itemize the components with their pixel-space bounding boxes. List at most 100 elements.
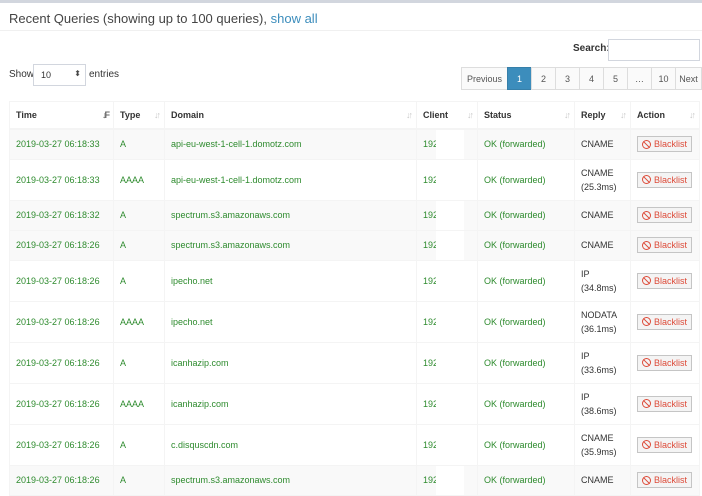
cell-time: 2019-03-27 06:18:26 bbox=[9, 300, 114, 343]
column-header-type[interactable]: Type ↓↑ bbox=[113, 101, 165, 130]
blacklist-button[interactable]: Blacklist bbox=[637, 272, 693, 289]
blacklist-button[interactable]: Blacklist bbox=[637, 171, 693, 188]
client-redaction bbox=[436, 342, 464, 383]
blacklist-button-label: Blacklist bbox=[654, 139, 688, 150]
reply-type: CNAME bbox=[581, 432, 614, 443]
cell-action: Blacklist bbox=[630, 199, 700, 231]
pagination-page-3[interactable]: 3 bbox=[555, 67, 580, 90]
blacklist-button[interactable]: Blacklist bbox=[637, 395, 693, 412]
ban-icon bbox=[642, 139, 651, 149]
blacklist-button[interactable]: Blacklist bbox=[637, 237, 693, 253]
pagination-page-10[interactable]: 10 bbox=[651, 67, 676, 90]
show-label: Show bbox=[9, 69, 35, 80]
ban-icon bbox=[642, 358, 651, 367]
client-redaction bbox=[436, 465, 464, 495]
cell-status: OK (forwarded) bbox=[477, 341, 575, 384]
box-title: Recent Queries (showing up to 100 querie… bbox=[9, 11, 318, 26]
cell-type: A bbox=[113, 341, 165, 384]
cell-action: Blacklist bbox=[630, 229, 700, 261]
blacklist-button[interactable]: Blacklist bbox=[637, 207, 693, 223]
ban-icon bbox=[642, 175, 651, 184]
blacklist-button[interactable]: Blacklist bbox=[637, 354, 693, 371]
blacklist-button-label: Blacklist bbox=[654, 439, 688, 450]
entries-select[interactable]: 10 ⬍ bbox=[33, 64, 86, 86]
ban-icon bbox=[642, 317, 651, 326]
cell-domain: api-eu-west-1-cell-1.domotz.com bbox=[164, 128, 417, 160]
cell-domain: c.disquscdn.com bbox=[164, 423, 417, 466]
table-row: 2019-03-27 06:18:26 Aicanhazip.com 192 OK (… bbox=[9, 341, 700, 384]
column-header-action[interactable]: Action ↓↑ bbox=[630, 101, 700, 130]
cell-action: Blacklist bbox=[630, 423, 700, 466]
sort-icon: ↓↑ bbox=[620, 110, 627, 120]
reply-type: CNAME bbox=[581, 475, 614, 485]
cell-domain: icanhazip.com bbox=[164, 382, 417, 425]
client-redaction bbox=[436, 230, 464, 260]
cell-client: 192 bbox=[416, 128, 478, 160]
pagination-page-4[interactable]: 4 bbox=[579, 67, 604, 90]
sort-icon: ↓↑ bbox=[467, 110, 474, 120]
column-header-reply[interactable]: Reply ↓↑ bbox=[574, 101, 631, 130]
table-row: 2019-03-27 06:18:26 Aipecho.net 192 OK (for… bbox=[9, 259, 700, 302]
table-row: 2019-03-27 06:18:33 Aapi-eu-west-1-cell-1… bbox=[9, 128, 700, 160]
reply-type: CNAME bbox=[581, 139, 614, 150]
column-header-status[interactable]: Status ↓↑ bbox=[477, 101, 575, 130]
cell-action: Blacklist bbox=[630, 158, 700, 201]
cell-reply: IP (34.8ms) bbox=[574, 259, 631, 302]
cell-action: Blacklist bbox=[630, 341, 700, 384]
search-input[interactable] bbox=[608, 39, 700, 61]
blacklist-button[interactable]: Blacklist bbox=[637, 313, 693, 330]
sort-desc-icon: ↓F bbox=[102, 110, 110, 120]
cell-client: 192 bbox=[416, 382, 478, 425]
reply-time: (36.1ms) bbox=[581, 323, 617, 334]
blacklist-button-label: Blacklist bbox=[654, 475, 688, 485]
table-row: 2019-03-27 06:18:26 Ac.disquscdn.com 192 OK… bbox=[9, 423, 700, 466]
ban-icon bbox=[642, 399, 651, 408]
cell-time: 2019-03-27 06:18:26 bbox=[9, 382, 114, 425]
cell-status: OK (forwarded) bbox=[477, 300, 575, 343]
column-header-domain[interactable]: Domain ↓↑ bbox=[164, 101, 417, 130]
cell-time: 2019-03-27 06:18:33 bbox=[9, 128, 114, 160]
sort-icon: ↓↑ bbox=[406, 110, 413, 120]
show-all-link[interactable]: show all bbox=[271, 11, 318, 26]
cell-type: A bbox=[113, 259, 165, 302]
cell-time: 2019-03-27 06:18:32 bbox=[9, 199, 114, 231]
sort-icon: ↓↑ bbox=[564, 110, 571, 120]
client-redaction bbox=[436, 424, 464, 465]
pagination-next[interactable]: Next bbox=[675, 67, 702, 90]
table-row: 2019-03-27 06:18:32 Aspectrum.s3.amazonaw… bbox=[9, 199, 700, 231]
cell-time: 2019-03-27 06:18:26 bbox=[9, 229, 114, 261]
cell-reply: CNAME bbox=[574, 128, 631, 160]
table-row: 2019-03-27 06:18:33 AAAA api-eu-west-1-cel… bbox=[9, 158, 700, 201]
ban-icon bbox=[642, 276, 651, 285]
cell-status: OK (forwarded) bbox=[477, 229, 575, 261]
blacklist-button-label: Blacklist bbox=[654, 357, 688, 368]
cell-action: Blacklist bbox=[630, 128, 700, 160]
cell-domain: icanhazip.com bbox=[164, 341, 417, 384]
cell-client: 192 bbox=[416, 229, 478, 261]
cell-client: 192 bbox=[416, 199, 478, 231]
table-row: 2019-03-27 06:18:26 AAAA icanhazip.com 192 O… bbox=[9, 382, 700, 425]
pagination-ellipsis: … bbox=[627, 67, 652, 90]
pagination-previous[interactable]: Previous bbox=[461, 67, 508, 90]
chevron-up-down-icon: ⬍ bbox=[74, 69, 81, 78]
client-redaction bbox=[436, 383, 464, 424]
client-redaction bbox=[436, 130, 464, 159]
cell-status: OK (forwarded) bbox=[477, 128, 575, 160]
blacklist-button[interactable]: Blacklist bbox=[637, 436, 693, 453]
blacklist-button[interactable]: Blacklist bbox=[637, 472, 693, 488]
pagination-page-2[interactable]: 2 bbox=[531, 67, 556, 90]
blacklist-button-label: Blacklist bbox=[654, 275, 688, 286]
pagination: Previous 1 2 3 4 5 … 10 Next bbox=[461, 67, 702, 90]
pagination-page-1[interactable]: 1 bbox=[507, 67, 532, 90]
search-label: Search: bbox=[573, 43, 610, 54]
cell-domain: ipecho.net bbox=[164, 300, 417, 343]
ban-icon bbox=[642, 240, 651, 250]
pagination-page-5[interactable]: 5 bbox=[603, 67, 628, 90]
column-header-time[interactable]: Time ↓F bbox=[9, 101, 114, 130]
ban-icon bbox=[642, 210, 651, 220]
reply-time: (34.8ms) bbox=[581, 282, 617, 293]
cell-status: OK (forwarded) bbox=[477, 158, 575, 201]
blacklist-button[interactable]: Blacklist bbox=[637, 136, 693, 153]
column-header-client[interactable]: Client ↓↑ bbox=[416, 101, 478, 130]
blacklist-button-label: Blacklist bbox=[654, 240, 688, 250]
